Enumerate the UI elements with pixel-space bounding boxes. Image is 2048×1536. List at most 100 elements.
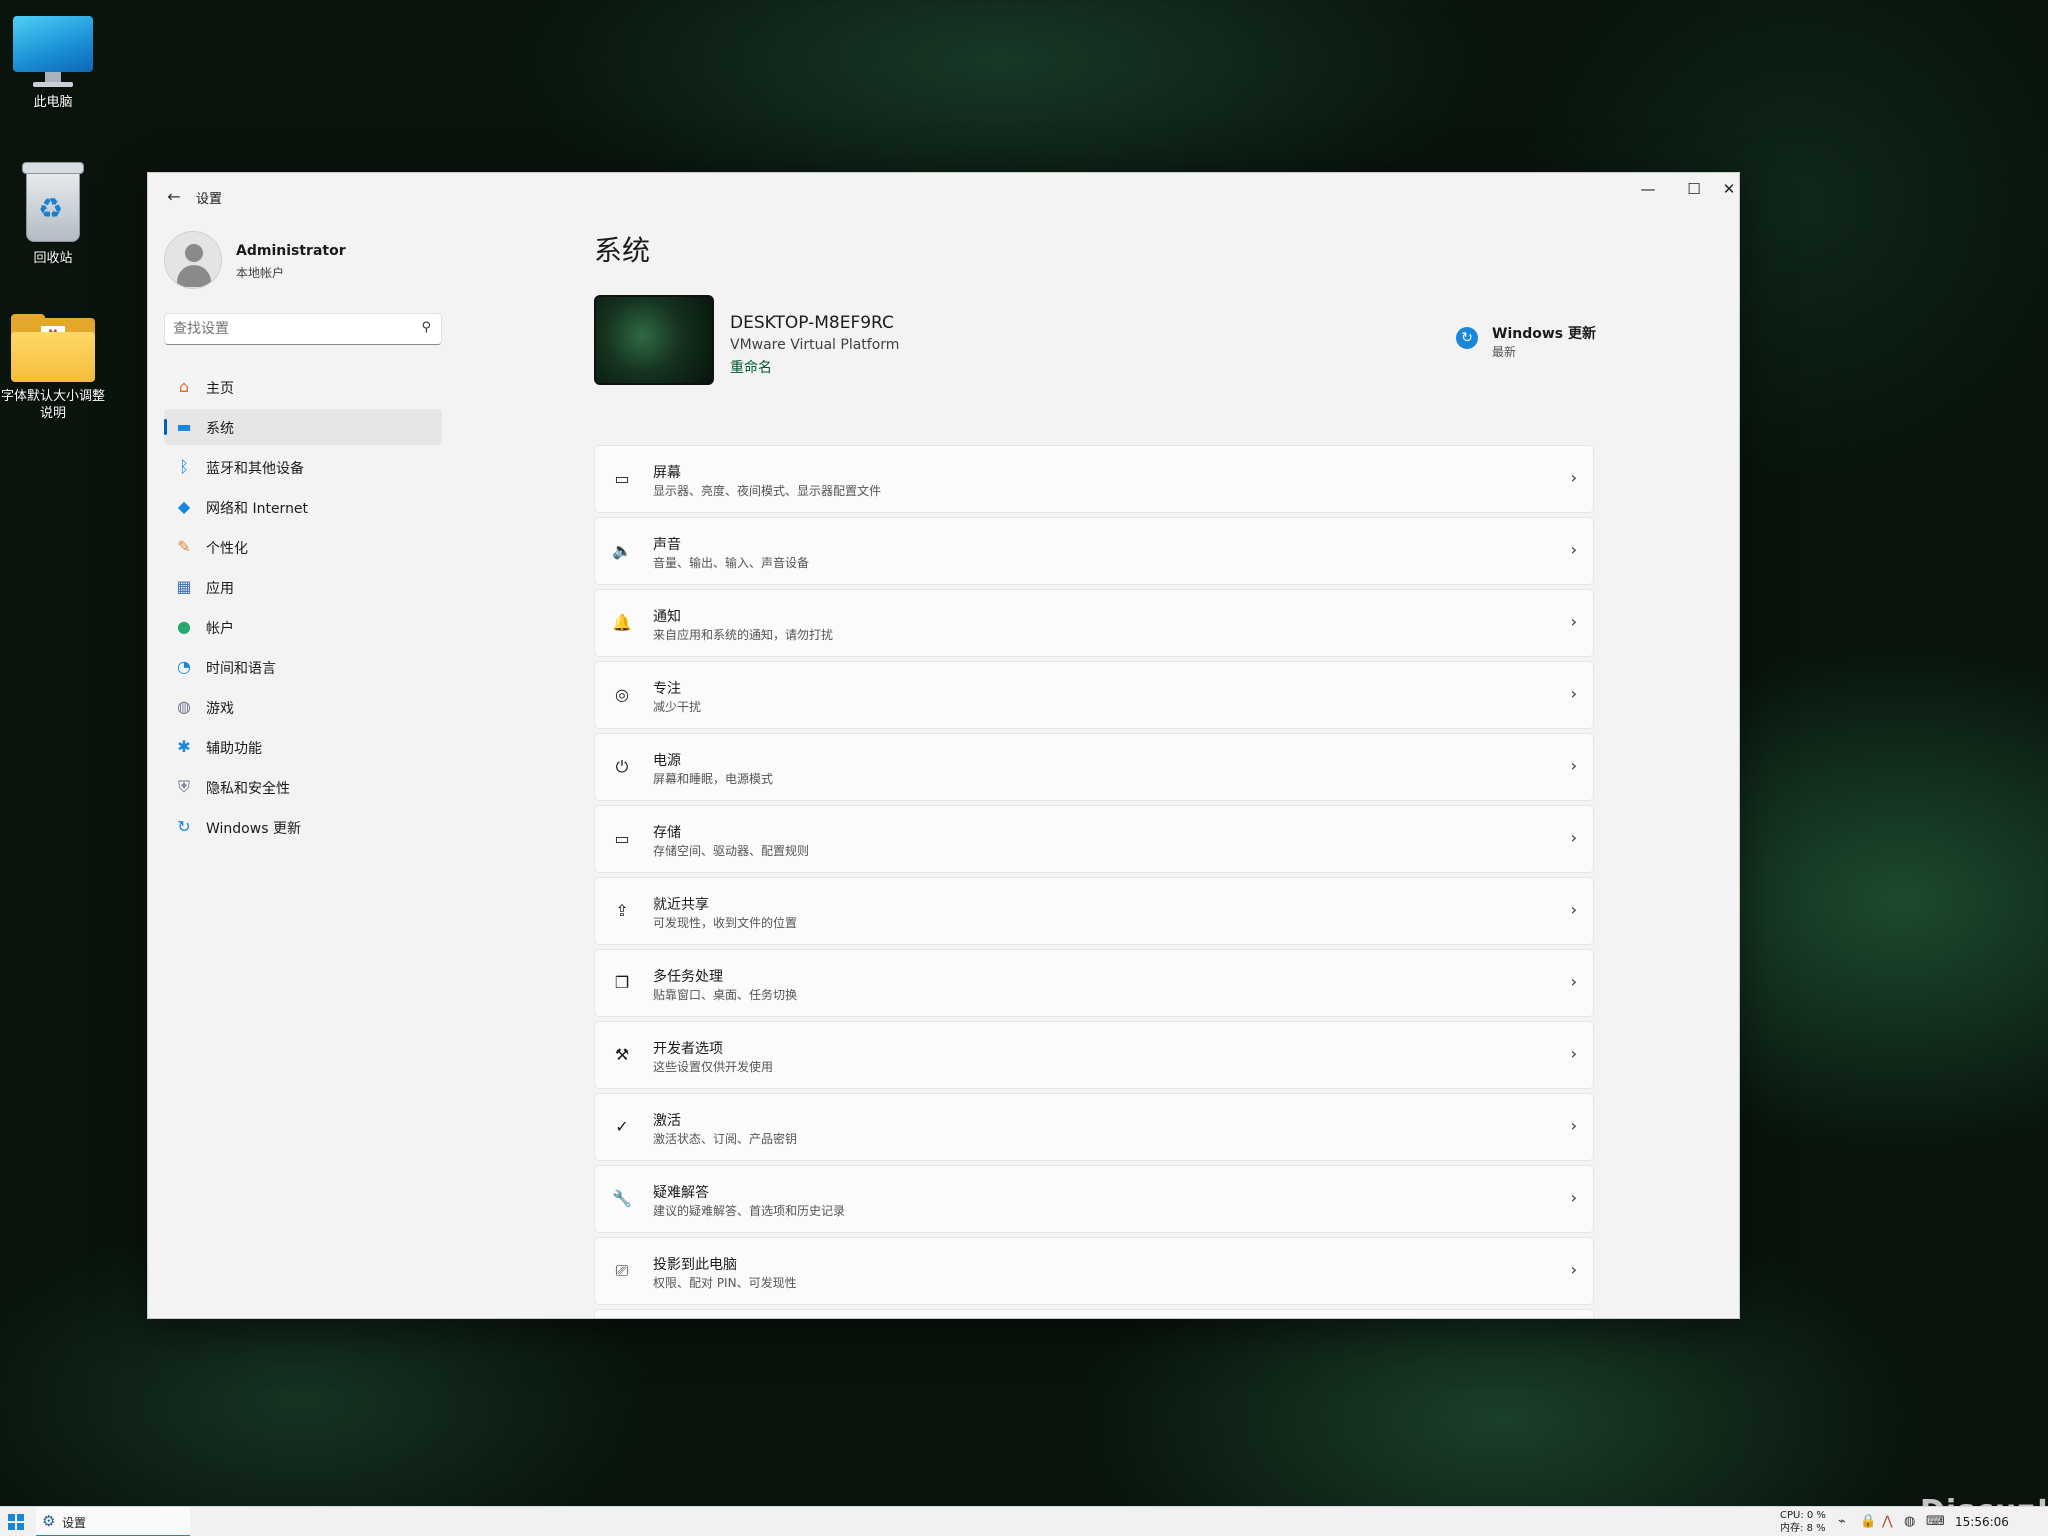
profile-account-type: 本地帐户 xyxy=(236,266,285,280)
card-subtitle: 建议的疑难解答、首选项和历史记录 xyxy=(653,1204,846,1218)
close-button[interactable]: ✕ xyxy=(1717,173,1739,207)
speaker-icon: 🔈 xyxy=(612,541,632,560)
card-next-partial[interactable] xyxy=(594,1309,1594,1318)
sidebar-item-accounts[interactable]: ● 帐户 xyxy=(164,609,442,645)
card-subtitle: 来自应用和系统的通知，请勿打扰 xyxy=(653,628,834,642)
project-icon: ⎚ xyxy=(615,1261,629,1280)
desktop-icon-label: 此电脑 xyxy=(33,95,73,110)
gamepad-icon: ◍ xyxy=(177,697,191,716)
sidebar-item-time-language[interactable]: ◔ 时间和语言 xyxy=(164,649,442,685)
card-power[interactable]: ⏻ 电源 屏幕和睡眠，电源模式 › xyxy=(594,733,1594,801)
desktop-icon-this-pc[interactable]: 此电脑 xyxy=(0,16,106,111)
bluetooth-icon: ᛒ xyxy=(179,457,189,476)
network-tray-icon[interactable]: ⌁ xyxy=(1838,1514,1846,1529)
card-title: 专注 xyxy=(653,681,681,697)
chevron-right-icon: › xyxy=(1570,1044,1577,1063)
windows-logo-icon xyxy=(8,1514,15,1521)
windows-update-state: 最新 xyxy=(1492,345,1517,359)
device-name: DESKTOP-M8EF9RC xyxy=(730,313,894,333)
sidebar-item-label: 网络和 Internet xyxy=(206,501,309,517)
folder-icon: M xyxy=(11,314,95,382)
card-project-to-pc[interactable]: ⎚ 投影到此电脑 权限、配对 PIN、可发现性 › xyxy=(594,1237,1594,1305)
chart-tray-icon[interactable]: ⋀ xyxy=(1882,1514,1893,1529)
taskbar-app-label: 设置 xyxy=(62,1516,87,1530)
profile-name: Administrator xyxy=(236,243,346,259)
sidebar-item-label: 系统 xyxy=(206,421,234,437)
rename-link[interactable]: 重命名 xyxy=(730,357,772,377)
card-display[interactable]: ▭ 屏幕 显示器、亮度、夜间模式、显示器配置文件 › xyxy=(594,445,1594,513)
drive-icon: ▭ xyxy=(614,829,630,848)
card-subtitle: 减少干扰 xyxy=(653,700,702,714)
sidebar-item-label: 帐户 xyxy=(206,621,234,637)
chevron-right-icon: › xyxy=(1570,756,1577,775)
sidebar-item-network[interactable]: ◆ 网络和 Internet xyxy=(164,489,442,525)
taskbar-app-settings[interactable]: ⚙ 设置 xyxy=(36,1507,190,1536)
card-title: 就近共享 xyxy=(653,897,709,913)
card-subtitle: 贴靠窗口、桌面、任务切换 xyxy=(653,988,798,1002)
settings-card-list: ▭ 屏幕 显示器、亮度、夜间模式、显示器配置文件 › 🔈 声音 音量、输出、输入… xyxy=(594,445,1594,1318)
card-title: 激活 xyxy=(653,1113,681,1129)
search-icon[interactable]: ⚲ xyxy=(421,320,431,335)
card-focus[interactable]: ◎ 专注 减少干扰 › xyxy=(594,661,1594,729)
sidebar-item-apps[interactable]: ▦ 应用 xyxy=(164,569,442,605)
card-title: 电源 xyxy=(653,753,681,769)
search-input[interactable] xyxy=(173,318,403,340)
sidebar-item-home[interactable]: ⌂ 主页 xyxy=(164,369,442,405)
multitask-icon: ❐ xyxy=(614,973,630,992)
apps-icon: ▦ xyxy=(176,577,192,596)
power-icon: ⏻ xyxy=(615,757,629,776)
sidebar-item-label: 辅助功能 xyxy=(206,741,262,757)
card-nearby-sharing[interactable]: ⇪ 就近共享 可发现性，收到文件的位置 › xyxy=(594,877,1594,945)
lock-tray-icon[interactable]: 🔒 xyxy=(1860,1514,1876,1529)
back-arrow-icon[interactable]: ← xyxy=(162,185,186,209)
chevron-right-icon: › xyxy=(1570,972,1577,991)
sidebar-item-windows-update[interactable]: ↻ Windows 更新 xyxy=(164,809,442,845)
search-box[interactable]: ⚲ xyxy=(164,313,442,345)
sidebar-item-bluetooth[interactable]: ᛒ 蓝牙和其他设备 xyxy=(164,449,442,485)
card-storage[interactable]: ▭ 存储 存储空间、驱动器、配置规则 › xyxy=(594,805,1594,873)
card-troubleshoot[interactable]: 🔧 疑难解答 建议的疑难解答、首选项和历史记录 › xyxy=(594,1165,1594,1233)
windows-update-status[interactable]: ↻ Windows 更新 最新 xyxy=(1456,321,1596,363)
globe-clock-icon: ◔ xyxy=(177,657,191,676)
system-monitor: CPU: 0 % 内存: 8 % xyxy=(1780,1509,1826,1535)
sidebar-item-label: Windows 更新 xyxy=(206,821,301,837)
user-profile[interactable]: Administrator 本地帐户 xyxy=(164,231,464,293)
globe-tray-icon[interactable]: ◍ xyxy=(1904,1514,1915,1529)
mem-label: 内存: xyxy=(1780,1523,1804,1534)
input-method-icon[interactable]: ⌨ xyxy=(1926,1514,1945,1529)
bell-icon: 🔔 xyxy=(612,613,632,632)
card-multitasking[interactable]: ❐ 多任务处理 贴靠窗口、桌面、任务切换 › xyxy=(594,949,1594,1017)
mem-value: 8 % xyxy=(1806,1523,1826,1534)
desktop-icon-font-guide-folder[interactable]: M 字体默认大小调整说明 xyxy=(0,314,106,422)
focus-icon: ◎ xyxy=(615,685,629,704)
card-subtitle: 屏幕和睡眠，电源模式 xyxy=(653,772,774,786)
avatar xyxy=(164,231,222,289)
card-developer-options[interactable]: ⚒ 开发者选项 这些设置仅供开发使用 › xyxy=(594,1021,1594,1089)
sidebar-item-personalization[interactable]: ✎ 个性化 xyxy=(164,529,442,565)
maximize-button[interactable]: ☐ xyxy=(1671,173,1717,207)
chevron-right-icon: › xyxy=(1570,540,1577,559)
start-button[interactable] xyxy=(8,1514,24,1530)
sidebar-item-label: 时间和语言 xyxy=(206,661,276,677)
card-sound[interactable]: 🔈 声音 音量、输出、输入、声音设备 › xyxy=(594,517,1594,585)
minimize-button[interactable]: — xyxy=(1625,173,1671,207)
wifi-icon: ◆ xyxy=(177,497,191,516)
windows-update-title: Windows 更新 xyxy=(1492,326,1596,342)
sidebar-item-privacy-security[interactable]: ⛨ 隐私和安全性 xyxy=(164,769,442,805)
brush-icon: ✎ xyxy=(177,537,191,556)
developer-tools-icon: ⚒ xyxy=(614,1045,630,1064)
sidebar-item-label: 蓝牙和其他设备 xyxy=(206,461,304,477)
chevron-right-icon: › xyxy=(1570,1188,1577,1207)
desktop-icon-label: 回收站 xyxy=(33,251,73,266)
settings-window: ← 设置 — ☐ ✕ Administrator 本地帐户 ⚲ ⌂ 主页 ▬ 系… xyxy=(147,172,1740,1319)
card-activation[interactable]: ✓ 激活 激活状态、订阅、产品密钥 › xyxy=(594,1093,1594,1161)
desktop-icon-recycle-bin[interactable]: ♻ 回收站 xyxy=(0,160,106,267)
card-title: 投影到此电脑 xyxy=(653,1257,737,1273)
sidebar-item-accessibility[interactable]: ✱ 辅助功能 xyxy=(164,729,442,765)
chevron-right-icon: › xyxy=(1570,1116,1577,1135)
clock[interactable]: 15:56:06 xyxy=(1955,1515,2009,1529)
card-notifications[interactable]: 🔔 通知 来自应用和系统的通知，请勿打扰 › xyxy=(594,589,1594,657)
taskbar: ⚙ 设置 CPU: 0 % 内存: 8 % ⌁ 🔒 ⋀ ◍ ⌨ 15:56:06 xyxy=(0,1506,2048,1536)
sidebar-item-system[interactable]: ▬ 系统 xyxy=(164,409,442,445)
sidebar-item-gaming[interactable]: ◍ 游戏 xyxy=(164,689,442,725)
